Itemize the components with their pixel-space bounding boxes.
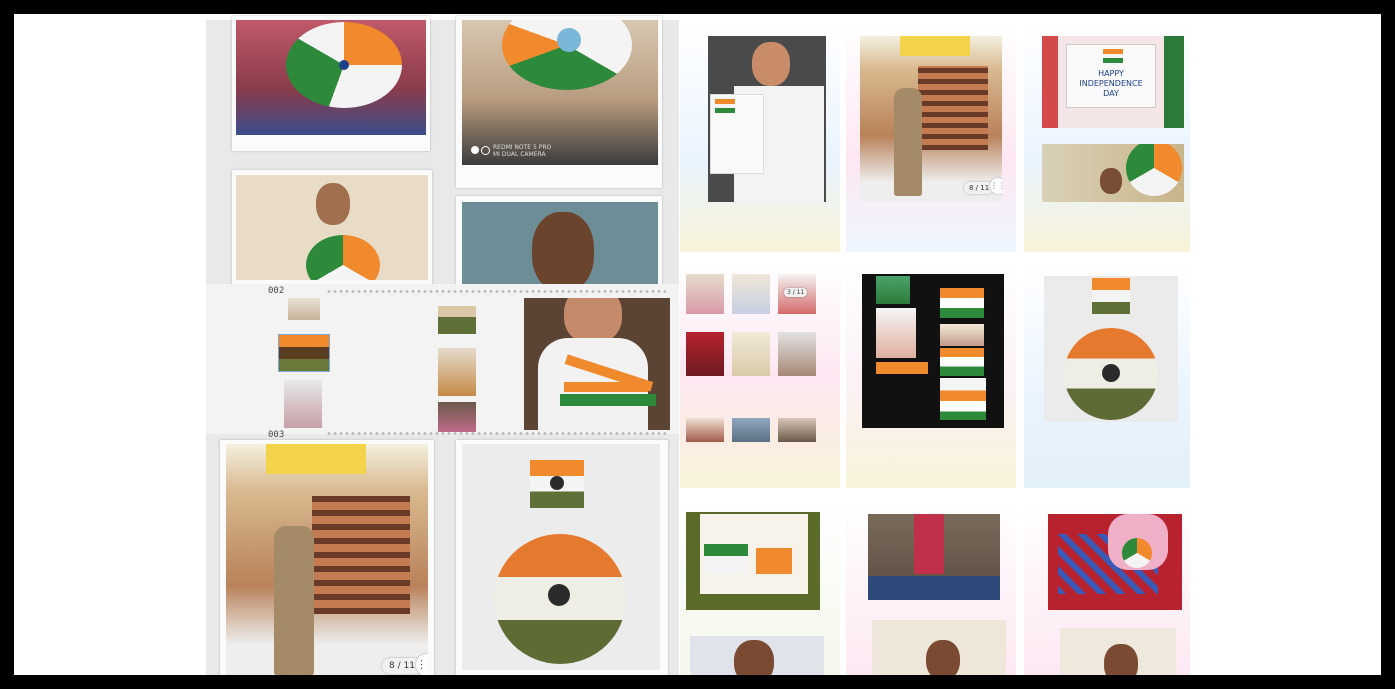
rosette-shape	[306, 235, 380, 280]
slide-counter: 3 / 11	[784, 288, 808, 297]
camera-icon-ring	[481, 146, 490, 155]
sash-green	[560, 394, 656, 406]
grid-icon[interactable]: ⋮⋮	[416, 654, 428, 675]
photo-child-rosette	[236, 175, 428, 280]
thumb-child-standing	[438, 348, 476, 396]
collage-canvas: REDMI NOTE 5 PRO MI DUAL CAMERA 002 003	[14, 14, 1381, 675]
wooden-door	[918, 66, 988, 150]
poster-child-3	[940, 324, 984, 346]
tricolor-fan-shape	[1126, 144, 1182, 196]
photo-child-police-uniform: 8 / 11 ⋮⋮	[226, 444, 428, 675]
poster-text: HAPPY INDEPENDENCE DAY	[1079, 69, 1143, 98]
photo-boy-portrait-1	[690, 636, 824, 675]
photo-child-floor-craft	[868, 514, 1000, 600]
photo-child-red-carpet	[1048, 514, 1182, 610]
film-perforation-bottom	[326, 432, 666, 435]
wooden-door	[312, 496, 410, 614]
child-face	[1100, 168, 1122, 194]
photo-black-poster-board	[862, 274, 1004, 428]
photo-independence-poster: HAPPY INDEPENDENCE DAY	[1042, 36, 1184, 128]
small-lentil-flag	[1092, 278, 1130, 314]
right-collage-panel: 8 / 11 ⋮⋮ HAPPY INDEPENDENCE DAY 3 / 11	[680, 20, 1190, 675]
thumb-grid-2	[732, 274, 770, 314]
poster-flag	[710, 94, 764, 174]
camera-icon-dots	[471, 146, 479, 154]
flag-page-right	[756, 548, 792, 574]
child-police-figure	[274, 526, 314, 675]
mini-flag	[715, 99, 735, 114]
thumb-grid-5	[732, 332, 770, 376]
thumb-grid-1	[686, 274, 724, 314]
photo-lentil-flag-art	[462, 444, 660, 670]
photo-boy-with-poster	[708, 36, 826, 202]
sash-saffron-lower	[564, 382, 648, 392]
photo-flag-book-craft	[686, 512, 820, 610]
tricolor-fan-shape	[1122, 538, 1152, 568]
thumb-child-green	[438, 402, 476, 432]
photo-child-police-small: 8 / 11 ⋮⋮	[860, 36, 1002, 202]
thumb-grid-8	[732, 418, 770, 442]
ashoka-chakra-large	[1102, 364, 1120, 382]
poster-flag-2	[940, 348, 984, 376]
poster-sheet: HAPPY INDEPENDENCE DAY	[1066, 44, 1156, 108]
poster-child-2	[876, 308, 916, 358]
thumb-flag-bar	[438, 306, 476, 334]
thumb-grid-6	[778, 332, 816, 376]
poster-child-1	[876, 276, 910, 304]
thumb-lentil-flag	[278, 334, 330, 372]
camera-watermark-line1: REDMI NOTE 5 PRO	[493, 144, 552, 151]
thumb-grid-3: 3 / 11	[778, 274, 816, 314]
boy-face	[752, 42, 790, 86]
photo-boy-portrait-2	[872, 620, 1006, 675]
frame-number-002: 002	[268, 286, 285, 296]
ceiling-panel	[900, 36, 970, 56]
fan-center-dot	[557, 28, 581, 52]
thumb-grid-4	[686, 332, 724, 376]
floor-mat	[868, 576, 1000, 600]
boy-face	[734, 640, 774, 675]
thumb-flag-small	[288, 298, 320, 320]
ashoka-chakra-large	[548, 584, 570, 606]
mini-flag	[1103, 49, 1123, 64]
left-collage-panel: REDMI NOTE 5 PRO MI DUAL CAMERA 002 003	[206, 16, 679, 675]
photo-child-blue-wall	[462, 202, 658, 294]
child-face	[532, 212, 594, 292]
poster-strip-orange	[876, 362, 928, 374]
ashoka-chakra-small	[550, 476, 564, 490]
photo-child-paper-fan	[236, 20, 426, 135]
boy-face	[1104, 644, 1138, 675]
child-face	[316, 183, 350, 225]
red-left-strip	[1042, 36, 1058, 128]
flag-page-left	[704, 544, 748, 574]
photo-lentil-flag-art-right	[1044, 276, 1178, 422]
poster-flag-3	[940, 378, 986, 420]
frame-number-003: 003	[268, 430, 285, 440]
poster-flag-1	[940, 288, 984, 318]
camera-watermark-line2: MI DUAL CAMERA	[493, 151, 546, 158]
green-right-strip	[1164, 36, 1184, 128]
thumb-grid-9	[778, 418, 816, 442]
photo-child-tricolor-fan: REDMI NOTE 5 PRO MI DUAL CAMERA	[462, 20, 658, 165]
boy-face	[926, 640, 960, 675]
child-police-figure	[894, 88, 922, 196]
photo-animal-chart-fan	[1042, 144, 1184, 202]
thumb-children-poster	[284, 380, 322, 428]
fan-center-dot	[339, 60, 349, 70]
child-legs	[914, 514, 944, 574]
photo-boy-portrait-3	[1060, 628, 1176, 675]
thumb-grid-7	[686, 418, 724, 442]
film-perforation-top	[326, 290, 666, 293]
ceiling-panel	[266, 444, 366, 474]
photo-child-tricolor-sash	[524, 298, 670, 430]
grid-icon[interactable]: ⋮⋮	[990, 178, 1002, 194]
